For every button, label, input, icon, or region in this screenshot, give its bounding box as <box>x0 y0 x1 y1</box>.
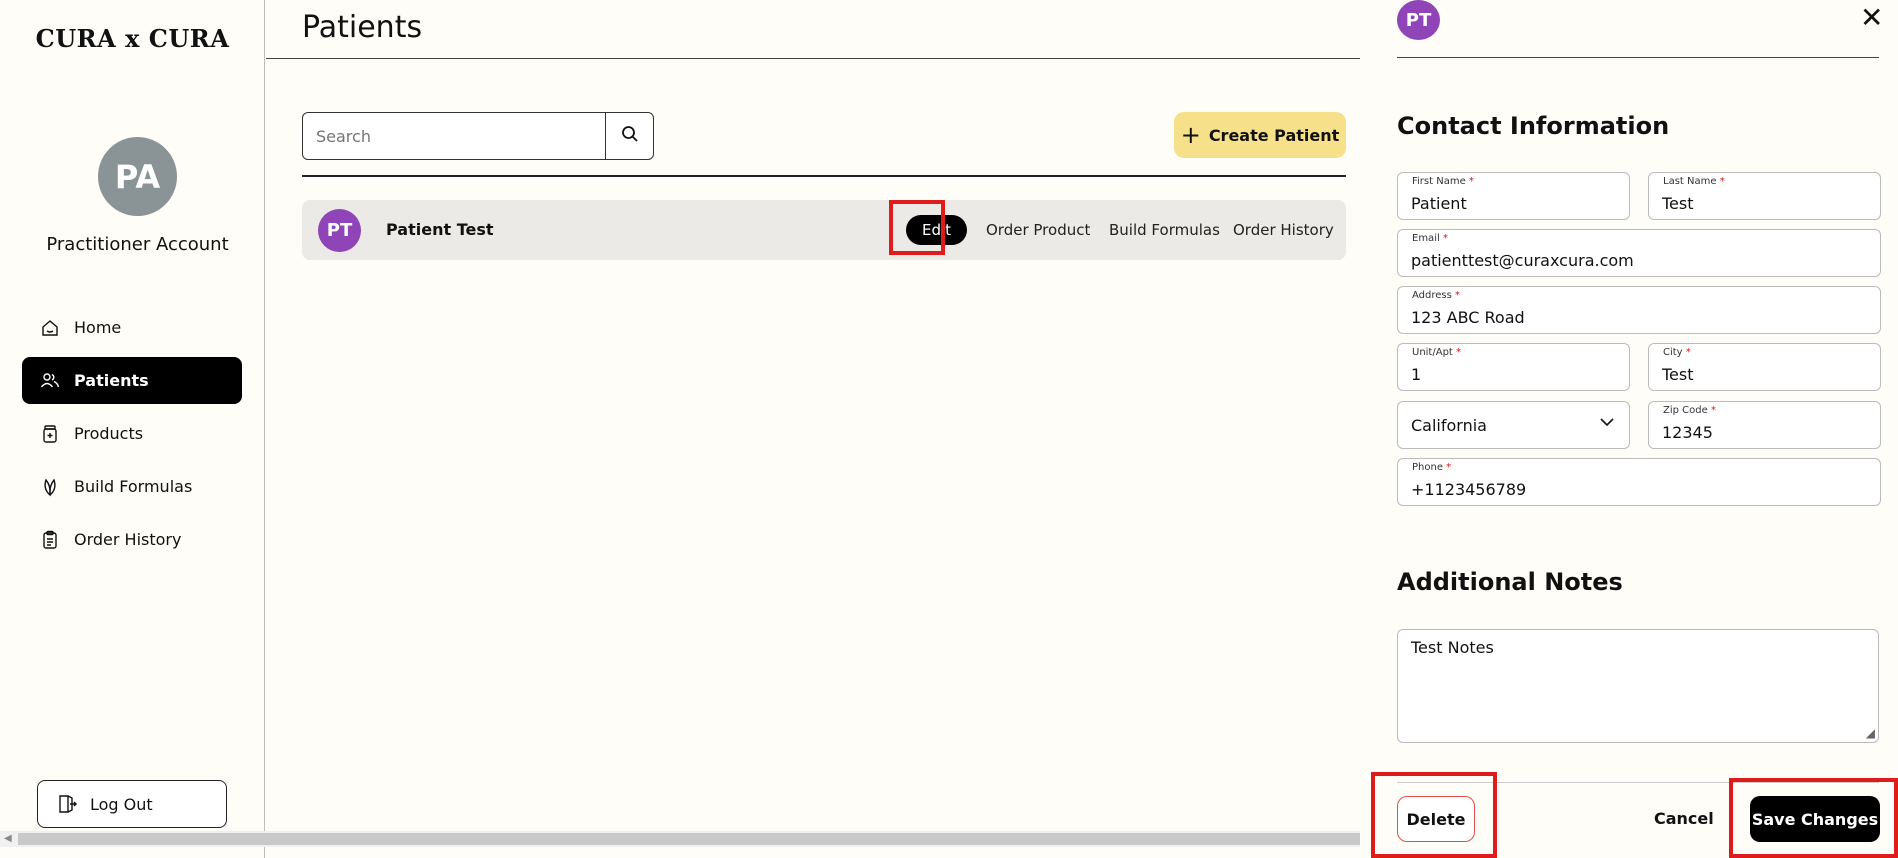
required-mark: * <box>1710 405 1716 416</box>
search-button[interactable] <box>605 113 653 159</box>
cancel-button[interactable]: Cancel <box>1654 809 1714 828</box>
email-field[interactable]: Email * patienttest@curaxcura.com <box>1397 229 1881 277</box>
last-name-value: Test <box>1662 194 1694 213</box>
main-content: Patients + Create Patient PT Patient Tes… <box>266 0 1360 858</box>
city-value: Test <box>1662 365 1694 384</box>
order-history-link[interactable]: Order History <box>1233 221 1334 239</box>
create-patient-label: Create Patient <box>1208 125 1340 145</box>
divider <box>266 58 1360 59</box>
zip-code-field[interactable]: Zip Code * 12345 <box>1648 401 1881 449</box>
contact-info-title: Contact Information <box>1397 112 1670 140</box>
required-mark: * <box>1446 462 1452 473</box>
close-icon[interactable]: ✕ <box>1860 4 1883 32</box>
sidebar-item-label: Build Formulas <box>74 477 193 496</box>
field-label: First Name <box>1412 176 1466 187</box>
delete-button[interactable]: Delete <box>1397 796 1475 842</box>
divider <box>1397 57 1879 58</box>
create-patient-button[interactable]: + Create Patient <box>1174 112 1346 158</box>
plus-icon: + <box>1180 121 1201 149</box>
search-box <box>302 112 654 160</box>
unit-apt-value: 1 <box>1411 365 1422 384</box>
notes-value: Test Notes <box>1411 638 1494 657</box>
required-mark: * <box>1456 347 1462 358</box>
state-select[interactable]: California <box>1397 401 1630 449</box>
list-divider <box>302 175 1346 177</box>
build-formulas-link[interactable]: Build Formulas <box>1109 221 1220 239</box>
field-label: Phone <box>1412 462 1443 473</box>
required-mark: * <box>1442 233 1448 244</box>
divider <box>1397 782 1879 783</box>
logout-icon <box>56 793 78 815</box>
field-label: City <box>1663 347 1683 358</box>
account-avatar: PA <box>98 137 177 216</box>
phone-field[interactable]: Phone * +1123456789 <box>1397 458 1881 506</box>
horizontal-scrollbar[interactable]: ◀ <box>0 831 1360 847</box>
panel-avatar: PT <box>1397 0 1440 40</box>
patient-row[interactable]: PT Patient Test Edit Order Product Build… <box>302 200 1346 260</box>
search-input[interactable] <box>303 113 605 159</box>
email-value: patienttest@curaxcura.com <box>1411 251 1634 270</box>
order-product-link[interactable]: Order Product <box>986 221 1090 239</box>
sidebar-item-products[interactable]: Products <box>22 410 242 457</box>
required-mark: * <box>1455 290 1461 301</box>
clipboard-icon <box>40 530 60 550</box>
address-value: 123 ABC Road <box>1411 308 1525 327</box>
address-field[interactable]: Address * 123 ABC Road <box>1397 286 1881 334</box>
leaf-icon <box>40 477 60 497</box>
logout-label: Log Out <box>90 794 153 814</box>
required-mark: * <box>1468 176 1474 187</box>
last-name-field[interactable]: Last Name * Test <box>1648 172 1881 220</box>
first-name-value: Patient <box>1411 194 1467 213</box>
field-label: Last Name <box>1663 176 1717 187</box>
field-label: Unit/Apt <box>1412 347 1453 358</box>
field-label: Address <box>1412 290 1452 301</box>
jar-icon <box>40 424 60 444</box>
required-mark: * <box>1685 347 1691 358</box>
field-label: Zip Code <box>1663 405 1708 416</box>
sidebar-item-patients[interactable]: Patients <box>22 357 242 404</box>
chevron-down-icon <box>1599 414 1615 434</box>
edit-button[interactable]: Edit <box>906 215 967 245</box>
field-label: Email <box>1412 233 1440 244</box>
sidebar-item-label: Order History <box>74 530 182 549</box>
page-title: Patients <box>302 10 423 45</box>
brand-logo: CURA x CURA <box>35 24 230 53</box>
scroll-left-icon[interactable]: ◀ <box>4 833 12 844</box>
sidebar: CURA x CURA PA Practitioner Account Home… <box>0 0 265 858</box>
phone-value: +1123456789 <box>1411 480 1527 499</box>
zip-code-value: 12345 <box>1662 423 1713 442</box>
logout-button[interactable]: Log Out <box>37 780 227 828</box>
save-changes-button[interactable]: Save Changes <box>1750 796 1880 842</box>
patient-avatar: PT <box>318 209 361 252</box>
sidebar-item-build-formulas[interactable]: Build Formulas <box>22 463 242 510</box>
city-field[interactable]: City * Test <box>1648 343 1881 391</box>
account-name: Practitioner Account <box>46 234 229 255</box>
sidebar-item-label: Products <box>74 424 144 443</box>
search-icon <box>621 125 639 147</box>
unit-apt-field[interactable]: Unit/Apt * 1 <box>1397 343 1630 391</box>
users-icon <box>40 371 60 391</box>
sidebar-item-label: Patients <box>74 371 149 390</box>
sidebar-item-label: Home <box>74 318 122 337</box>
scrollbar-thumb[interactable] <box>18 833 1360 845</box>
notes-textarea[interactable]: Test Notes ◢ <box>1397 629 1879 743</box>
resize-handle-icon[interactable]: ◢ <box>1866 726 1875 740</box>
required-mark: * <box>1719 176 1725 187</box>
state-value: California <box>1411 416 1487 435</box>
home-icon <box>40 318 60 338</box>
edit-patient-panel: PT ✕ Contact Information First Name * Pa… <box>1360 0 1898 858</box>
sidebar-item-order-history[interactable]: Order History <box>22 516 242 563</box>
sidebar-item-home[interactable]: Home <box>22 304 242 351</box>
additional-notes-title: Additional Notes <box>1397 568 1623 596</box>
first-name-field[interactable]: First Name * Patient <box>1397 172 1630 220</box>
patient-name: Patient Test <box>386 220 494 239</box>
